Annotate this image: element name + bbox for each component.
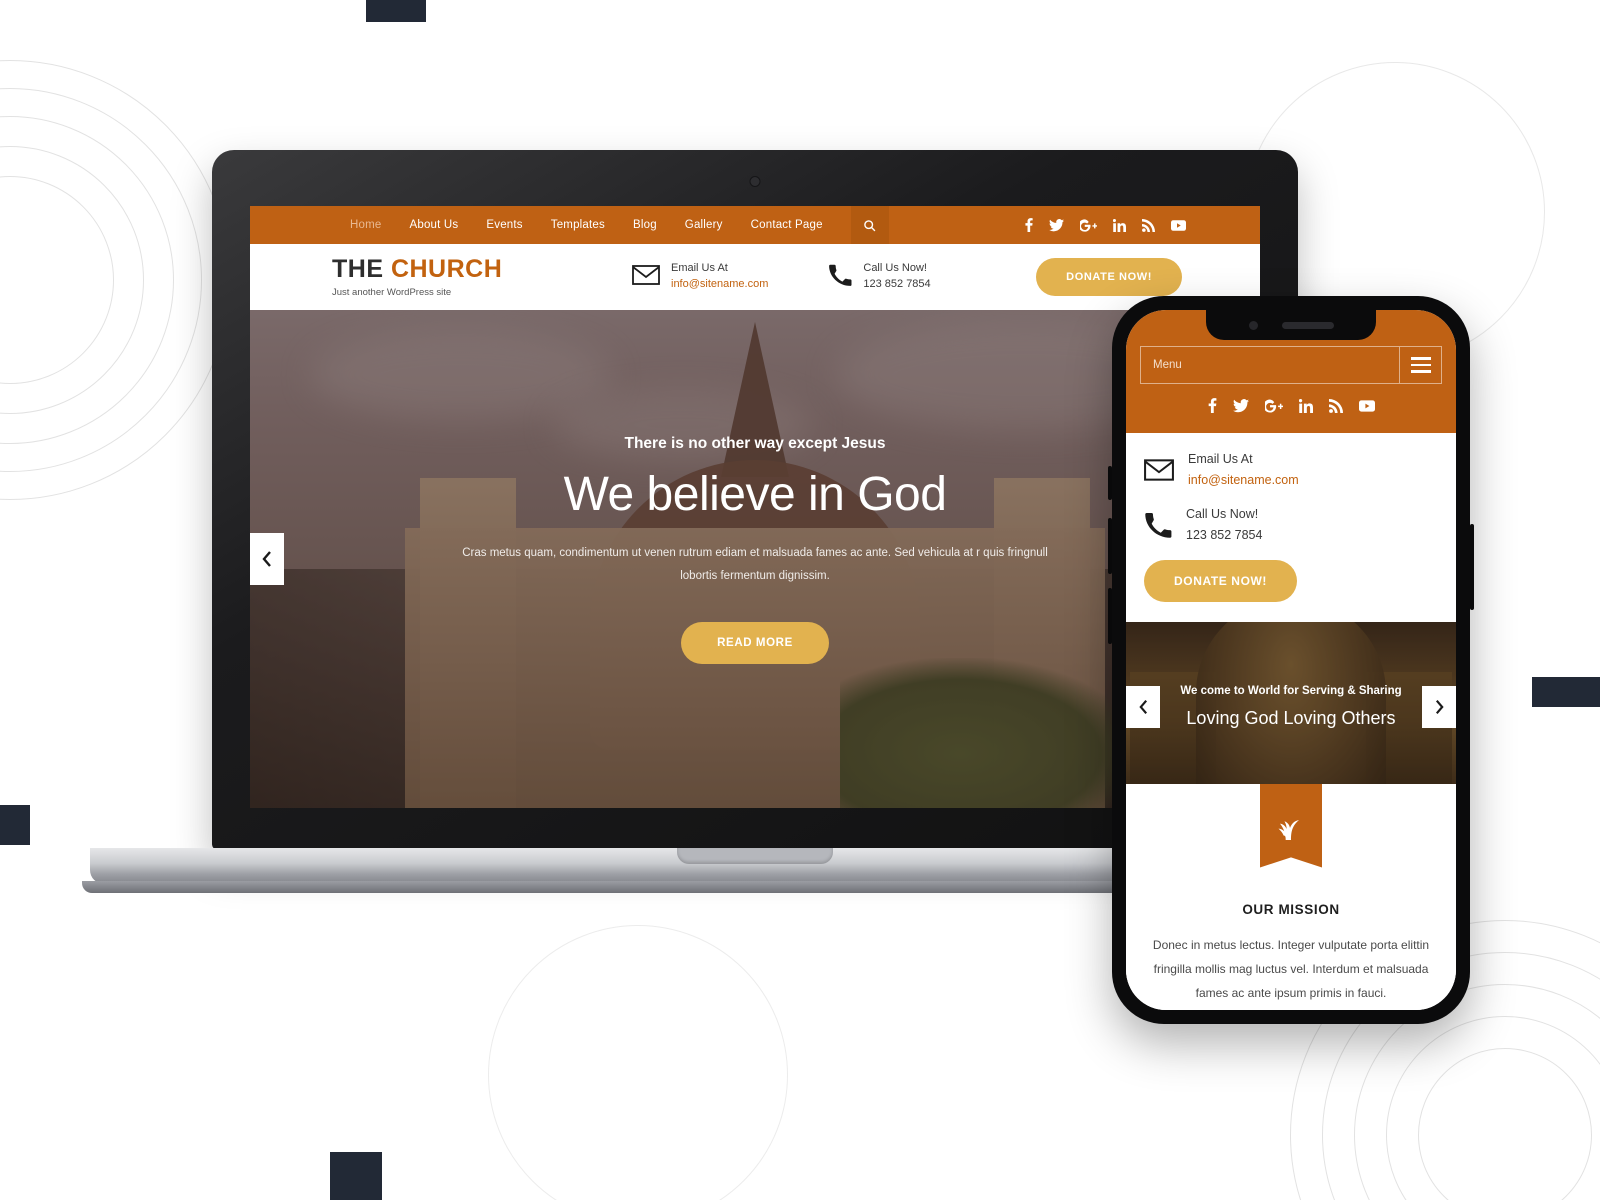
chevron-right-icon <box>1435 699 1444 714</box>
earpiece-speaker-icon <box>1281 321 1334 329</box>
hero-description: Cras metus quam, condimentum ut venen ru… <box>462 546 1048 582</box>
mission-text: Donec in metus lectus. Integer vulputate… <box>1152 937 1430 1000</box>
page-root: Home About Us Events Templates Blog Gall… <box>0 0 1600 1200</box>
read-more-button[interactable]: READ MORE <box>681 621 829 664</box>
concentric-rings-left-decoration <box>0 60 230 500</box>
site-logo: THE CHURCH <box>332 254 632 283</box>
phone-value[interactable]: 123 852 7854 <box>863 277 930 293</box>
mobile-hero-kicker: We come to World for Serving & Sharing <box>1180 685 1402 698</box>
site-header: THE CHURCH Just another WordPress site E… <box>250 244 1260 310</box>
nav-item-blog[interactable]: Blog <box>619 219 671 231</box>
nav-item-events[interactable]: Events <box>472 219 536 231</box>
square-bottom-decoration <box>330 1152 382 1200</box>
laptop-screen: Home About Us Events Templates Blog Gall… <box>250 206 1260 808</box>
chevron-left-icon <box>262 551 271 567</box>
header-email-block: Email Us At info@sitename.com <box>632 261 768 293</box>
nav-item-about-us[interactable]: About Us <box>395 219 472 231</box>
laptop-camera-icon <box>749 176 761 187</box>
youtube-icon[interactable] <box>1171 219 1186 231</box>
logo-text-the: THE <box>332 254 384 283</box>
rss-icon[interactable] <box>1328 398 1343 413</box>
mission-title: OUR MISSION <box>1242 901 1340 917</box>
linkedin-icon[interactable] <box>1113 218 1126 232</box>
laptop-mockup: Home About Us Events Templates Blog Gall… <box>82 150 1428 910</box>
email-label: Email Us At <box>671 262 728 275</box>
mission-banner <box>1260 783 1322 868</box>
mobile-mission-section: OUR MISSION Donec in metus lectus. Integ… <box>1126 783 1456 1010</box>
main-navigation: Home About Us Events Templates Blog Gall… <box>336 219 837 231</box>
nav-item-templates[interactable]: Templates <box>537 219 619 231</box>
site-branding[interactable]: THE CHURCH Just another WordPress site <box>332 254 632 298</box>
linkedin-icon[interactable] <box>1298 398 1313 413</box>
nav-item-contact-page[interactable]: Contact Page <box>737 219 837 231</box>
topbar-social-links <box>1025 218 1186 232</box>
google-plus-icon[interactable] <box>1264 398 1283 413</box>
google-plus-icon[interactable] <box>1080 218 1097 232</box>
phone-icon <box>828 263 852 292</box>
nav-item-gallery[interactable]: Gallery <box>671 219 737 231</box>
hero-title: We believe in God <box>563 467 947 521</box>
twitter-icon[interactable] <box>1049 218 1064 232</box>
mobile-hero-slider: We come to World for Serving & Sharing L… <box>1126 621 1456 792</box>
square-left-decoration <box>0 805 30 845</box>
phone-power-button[interactable] <box>1470 524 1474 610</box>
email-value[interactable]: info@sitename.com <box>671 277 768 293</box>
search-icon <box>864 219 876 231</box>
donate-now-button[interactable]: DONATE NOW! <box>1036 258 1182 296</box>
square-top-decoration <box>366 0 426 22</box>
mobile-hero-content: We come to World for Serving & Sharing L… <box>1126 622 1456 792</box>
rss-icon[interactable] <box>1142 218 1155 232</box>
hero-content: There is no other way except Jesus We be… <box>250 310 1260 808</box>
mobile-hero-next-arrow-button[interactable] <box>1422 685 1456 728</box>
square-right-decoration <box>1532 677 1600 707</box>
envelope-icon <box>632 264 660 290</box>
nav-item-home[interactable]: Home <box>336 219 395 231</box>
chevron-left-icon <box>1138 699 1147 714</box>
mobile-hero-prev-arrow-button[interactable] <box>1126 685 1160 728</box>
wheat-branch-icon <box>1278 819 1299 840</box>
site-topbar: Home About Us Events Templates Blog Gall… <box>250 206 1260 244</box>
hero-kicker: There is no other way except Jesus <box>624 434 886 452</box>
circle-bottom-center-decoration <box>488 925 788 1200</box>
site-tagline: Just another WordPress site <box>332 286 452 298</box>
hamburger-icon[interactable] <box>1399 347 1441 383</box>
hero-slider: There is no other way except Jesus We be… <box>250 310 1260 808</box>
mobile-hero-title: Loving God Loving Others <box>1186 707 1396 728</box>
front-camera-icon <box>1248 320 1258 330</box>
phone-label: Call Us Now! <box>863 262 927 275</box>
logo-text-church: CHURCH <box>390 254 503 283</box>
phone-notch <box>1206 310 1376 340</box>
facebook-icon[interactable] <box>1025 218 1033 232</box>
search-button[interactable] <box>850 206 889 244</box>
hero-prev-arrow-button[interactable] <box>250 533 284 585</box>
header-phone-block: Call Us Now! 123 852 7854 <box>828 261 931 293</box>
youtube-icon[interactable] <box>1358 399 1375 412</box>
